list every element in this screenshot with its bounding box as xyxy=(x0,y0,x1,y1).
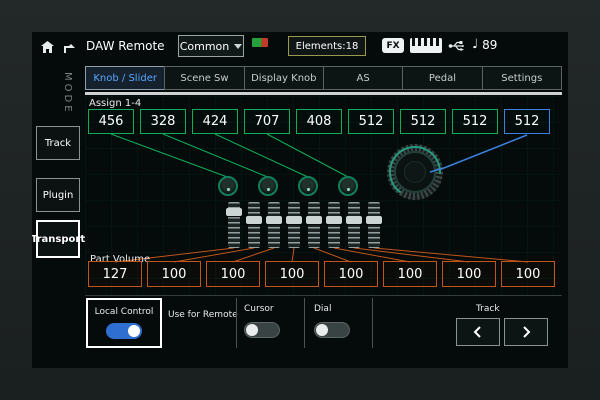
common-button[interactable]: Common xyxy=(178,35,244,57)
tab-settings[interactable]: Settings xyxy=(482,66,562,90)
assign-value-7[interactable]: 512 xyxy=(400,109,446,134)
assign-value-8[interactable]: 512 xyxy=(452,109,498,134)
part-slider-1[interactable] xyxy=(228,202,240,248)
tab-as[interactable]: AS xyxy=(323,66,403,90)
part-volume-8[interactable]: 100 xyxy=(501,261,555,287)
assign-value-6[interactable]: 512 xyxy=(348,109,394,134)
chevron-down-icon xyxy=(234,44,242,49)
local-control-cell[interactable]: Local Control xyxy=(86,298,162,348)
tab-pedal[interactable]: Pedal xyxy=(402,66,482,90)
tab-display-knob[interactable]: Display Knob xyxy=(244,66,324,90)
dial-label: Dial xyxy=(314,304,331,314)
tempo-value: 89 xyxy=(482,38,497,52)
assign-knob-1[interactable] xyxy=(218,176,238,196)
assign-knob-4[interactable] xyxy=(338,176,358,196)
footer-vertical-divider xyxy=(304,298,305,348)
fx-icon[interactable]: FX xyxy=(382,38,404,53)
footer-vertical-divider xyxy=(372,298,373,348)
assign-value-3[interactable]: 424 xyxy=(192,109,238,134)
part-volume-6[interactable]: 100 xyxy=(383,261,437,287)
footer-vertical-divider xyxy=(236,298,237,348)
part-volume-4[interactable]: 100 xyxy=(265,261,319,287)
device-frame: DAW Remote Common Elements:18 FX xyxy=(0,0,600,400)
footer-divider xyxy=(85,295,562,296)
tempo-indicator[interactable]: ♩ 89 xyxy=(472,37,497,52)
local-control-toggle[interactable] xyxy=(106,323,142,339)
assign-value-row: 456 328 424 707 408 512 512 512 512 xyxy=(88,109,550,134)
elements-button[interactable]: Elements:18 xyxy=(288,36,366,56)
part-slider-6[interactable] xyxy=(328,202,340,248)
part-slider-8[interactable] xyxy=(368,202,380,248)
super-knob-dial[interactable] xyxy=(387,144,443,200)
assign-knob-3[interactable] xyxy=(298,176,318,196)
part-slider-3[interactable] xyxy=(268,202,280,248)
tab-underline xyxy=(85,92,562,95)
mode-label: MODE xyxy=(62,72,73,115)
track-prev-button[interactable] xyxy=(456,318,500,346)
sidebar-item-track[interactable]: Track xyxy=(36,126,80,160)
track-next-button[interactable] xyxy=(504,318,548,346)
home-icon[interactable] xyxy=(38,38,56,56)
tab-bar: Knob / Slider Scene Sw Display Knob AS P… xyxy=(85,66,562,90)
daw-remote-screen: DAW Remote Common Elements:18 FX xyxy=(32,32,568,368)
assign-value-4[interactable]: 707 xyxy=(244,109,290,134)
track-section-label: Track xyxy=(476,304,500,314)
part-volume-3[interactable]: 100 xyxy=(206,261,260,287)
part-slider-5[interactable] xyxy=(308,202,320,248)
local-control-label: Local Control xyxy=(95,307,154,317)
part-volume-2[interactable]: 100 xyxy=(147,261,201,287)
sidebar-item-transport[interactable]: Transport xyxy=(36,220,80,258)
cursor-label: Cursor xyxy=(244,304,274,314)
level-meter-icon xyxy=(252,38,268,47)
part-slider-2[interactable] xyxy=(248,202,260,248)
tab-knob-slider[interactable]: Knob / Slider xyxy=(85,66,165,90)
cursor-toggle[interactable] xyxy=(244,322,280,338)
assign-value-5[interactable]: 408 xyxy=(296,109,342,134)
super-knob-dial-face xyxy=(394,151,436,193)
assign-value-2[interactable]: 328 xyxy=(140,109,186,134)
assign-value-1[interactable]: 456 xyxy=(88,109,134,134)
tab-scene-sw[interactable]: Scene Sw xyxy=(164,66,244,90)
chevron-left-icon xyxy=(472,325,484,339)
assign-value-9[interactable]: 512 xyxy=(504,109,550,134)
use-for-remote-label: Use for Remote xyxy=(168,310,230,320)
sidebar-item-plugin[interactable]: Plugin xyxy=(36,178,80,212)
part-slider-7[interactable] xyxy=(348,202,360,248)
assign-section-label: Assign 1-4 xyxy=(89,98,141,109)
common-button-label: Common xyxy=(180,40,230,53)
part-volume-7[interactable]: 100 xyxy=(442,261,496,287)
chevron-right-icon xyxy=(520,325,532,339)
elements-button-label: Elements:18 xyxy=(296,41,359,52)
part-volume-row: 127 100 100 100 100 100 100 100 xyxy=(88,261,555,287)
part-slider-4[interactable] xyxy=(288,202,300,248)
keyboard-icon xyxy=(410,38,442,53)
part-volume-5[interactable]: 100 xyxy=(324,261,378,287)
page-title: DAW Remote xyxy=(86,39,165,53)
part-volume-1[interactable]: 127 xyxy=(88,261,142,287)
assign-knob-2[interactable] xyxy=(258,176,278,196)
usb-icon xyxy=(448,38,466,52)
exit-up-icon[interactable] xyxy=(60,38,78,56)
quarter-note-icon: ♩ xyxy=(472,37,478,52)
dial-toggle[interactable] xyxy=(314,322,350,338)
